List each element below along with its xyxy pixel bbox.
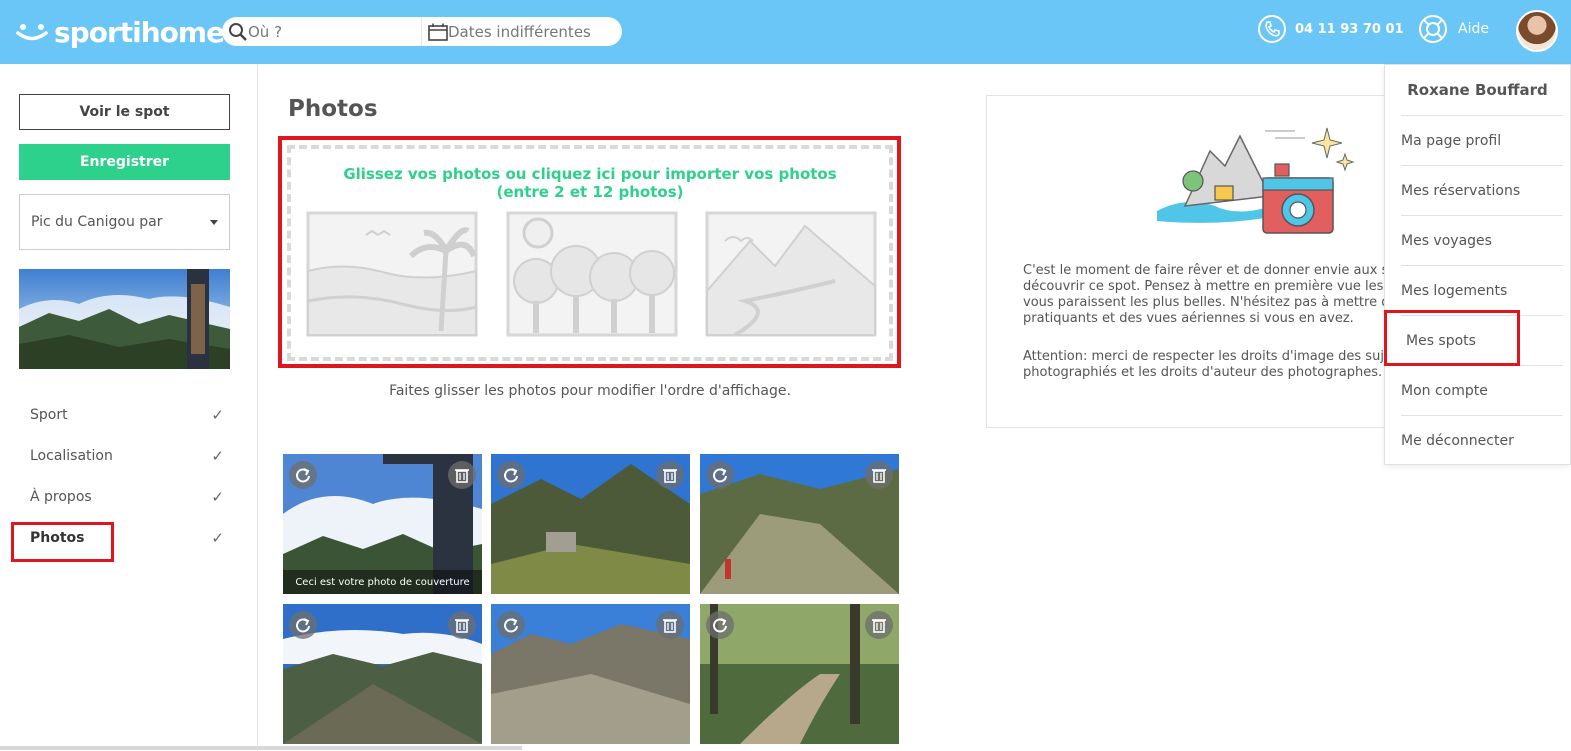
landscape-camera-illustration — [1157, 127, 1355, 234]
search-where — [222, 17, 422, 46]
check-icon: ✓ — [211, 487, 224, 506]
check-icon: ✓ — [211, 405, 224, 424]
menu-item-trips[interactable]: Mes voyages — [1401, 215, 1563, 265]
photo-tile[interactable] — [700, 604, 899, 744]
rotate-icon[interactable] — [289, 611, 317, 639]
cover-caption: Ceci est votre photo de couverture — [283, 570, 482, 594]
photo-tile[interactable] — [700, 454, 899, 594]
top-header: sportihome 04 11 93 70 01 — [0, 0, 1571, 64]
caret-down-icon — [210, 219, 218, 225]
rotate-icon[interactable] — [289, 461, 317, 489]
upload-instructions: Glissez vos photos ou cliquez ici pour i… — [291, 165, 889, 201]
phone-icon — [1258, 15, 1286, 43]
photo-tile[interactable] — [283, 604, 482, 744]
search-icon — [229, 22, 247, 41]
page-title: Photos — [288, 96, 378, 122]
spots-highlight — [1384, 310, 1520, 366]
user-menu-dropdown: Roxane Bouffard Ma page profil Mes réser… — [1384, 64, 1571, 465]
trash-icon[interactable] — [865, 461, 893, 489]
trash-icon[interactable] — [656, 611, 684, 639]
rotate-icon[interactable] — [497, 611, 525, 639]
photo-tile[interactable] — [491, 604, 690, 744]
step-a-propos[interactable]: À propos ✓ — [0, 476, 258, 517]
menu-item-profile[interactable]: Ma page profil — [1401, 115, 1563, 165]
search-dates-input[interactable] — [448, 22, 608, 41]
trash-icon[interactable] — [656, 461, 684, 489]
upload-line-1: Glissez vos photos ou cliquez ici pour i… — [343, 165, 837, 183]
step-label: Photos — [30, 529, 85, 546]
rotate-icon[interactable] — [497, 461, 525, 489]
horizontal-scrollbar[interactable] — [0, 746, 522, 750]
step-localisation[interactable]: Localisation ✓ — [0, 435, 258, 476]
photo-upload-dropzone[interactable]: Glissez vos photos ou cliquez ici pour i… — [287, 145, 893, 361]
trash-icon[interactable] — [865, 611, 893, 639]
search-dates — [422, 17, 622, 46]
tip-line: pratiquants et des vues aériennes si vou… — [1023, 311, 1354, 326]
help-link[interactable]: Aide — [1418, 14, 1489, 44]
smile-logo-icon — [16, 24, 48, 41]
lifebuoy-icon — [1419, 15, 1447, 43]
tip-line: photographiés et les droits d'auteur des… — [1023, 365, 1383, 380]
step-photos[interactable]: Photos ✓ — [0, 517, 258, 562]
user-avatar[interactable] — [1516, 10, 1558, 52]
sidebar: Voir le spot Enregistrer Pic du Canigou … — [0, 64, 258, 751]
view-spot-button[interactable]: Voir le spot — [19, 94, 230, 130]
forest-illustration — [506, 211, 678, 337]
logo[interactable]: sportihome — [16, 14, 225, 50]
menu-item-logout[interactable]: Me déconnecter — [1401, 415, 1563, 465]
phone-contact[interactable]: 04 11 93 70 01 — [1257, 14, 1404, 44]
menu-item-account[interactable]: Mon compte — [1401, 365, 1563, 415]
steps-list: Sport ✓ Localisation ✓ À propos ✓ Photos… — [0, 394, 258, 562]
menu-item-accommodations[interactable]: Mes logements — [1401, 265, 1563, 315]
help-label: Aide — [1458, 21, 1489, 37]
step-sport[interactable]: Sport ✓ — [0, 394, 258, 435]
menu-item-reservations[interactable]: Mes réservations — [1401, 165, 1563, 215]
search-bar — [222, 17, 622, 46]
photo-tile[interactable]: Ceci est votre photo de couverture — [283, 454, 482, 594]
trash-icon[interactable] — [448, 461, 476, 489]
upload-line-2: (entre 2 et 12 photos) — [496, 183, 684, 201]
save-button[interactable]: Enregistrer — [19, 144, 230, 180]
phone-number: 04 11 93 70 01 — [1295, 21, 1404, 37]
tip-line: découvrir ce spot. Pensez à mettre en pr… — [1023, 279, 1384, 294]
tip-line: vous paraissent les plus belles. N'hésit… — [1023, 295, 1390, 310]
beach-illustration — [306, 211, 478, 337]
tip-line: C'est le moment de faire rêver et de don… — [1023, 263, 1389, 278]
check-icon: ✓ — [211, 528, 224, 547]
drag-hint: Faites glisser les photos pour modifier … — [389, 383, 791, 399]
cover-thumbnail — [19, 269, 230, 369]
logo-text: sportihome — [54, 15, 225, 49]
spot-select-value: Pic du Canigou par — [31, 214, 163, 230]
calendar-icon — [428, 23, 448, 41]
step-label: Sport — [30, 406, 68, 423]
search-where-input[interactable] — [248, 22, 408, 41]
tip-line: Attention: merci de respecter les droits… — [1023, 349, 1392, 364]
step-label: À propos — [30, 488, 92, 505]
photo-tips-panel: C'est le moment de faire rêver et de don… — [986, 95, 1406, 428]
check-icon: ✓ — [211, 446, 224, 465]
mountain-illustration — [705, 211, 877, 337]
user-name: Roxane Bouffard — [1407, 81, 1548, 99]
trash-icon[interactable] — [448, 611, 476, 639]
rotate-icon[interactable] — [706, 611, 734, 639]
step-label: Localisation — [30, 447, 113, 464]
photo-tile[interactable] — [491, 454, 690, 594]
spot-select[interactable]: Pic du Canigou par — [19, 194, 230, 250]
rotate-icon[interactable] — [706, 461, 734, 489]
